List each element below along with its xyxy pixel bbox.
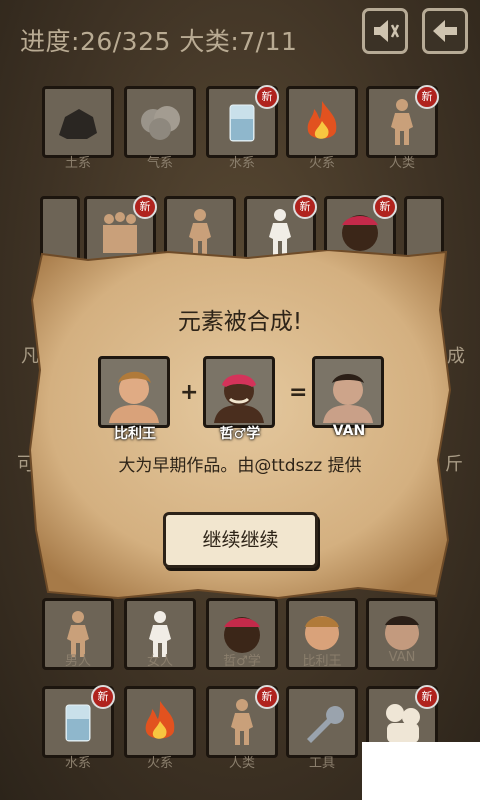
sound-toggle-button[interactable] (362, 8, 408, 54)
plus-sign: + (180, 380, 199, 405)
element-card-fire[interactable] (124, 686, 196, 758)
back-arrow-icon (433, 20, 457, 42)
continue-button[interactable]: 继续继续 (163, 512, 318, 568)
element-label: 水系 (228, 156, 255, 171)
new-badge: 新 (415, 685, 439, 709)
equals-sign: = (289, 380, 308, 405)
element-label: 哲♂学 (223, 654, 261, 669)
cloud-icon (141, 106, 180, 140)
element-label: 火系 (146, 756, 173, 771)
wrench-icon (307, 705, 345, 743)
element-card-human[interactable]: 新 (366, 85, 439, 158)
element-label: 人类 (388, 156, 415, 171)
top-bar: 进度:26/325 大类:7/11 (0, 0, 480, 76)
ingredient-label-1: 比利王 (114, 426, 156, 442)
new-badge: 新 (255, 685, 279, 709)
billy-face-icon (109, 371, 159, 423)
rock-icon (59, 109, 97, 139)
continue-button-label: 继续继续 (202, 529, 279, 551)
dialog-title: 元素被合成! (177, 309, 303, 335)
element-label: VAN (388, 650, 416, 665)
element-card-water[interactable]: 新 (42, 685, 115, 758)
element-label: 比利王 (302, 654, 342, 669)
element-label: 人类 (228, 756, 255, 771)
ingredient-card-2 (203, 356, 275, 428)
element-label: 工具 (308, 756, 335, 771)
back-button[interactable] (422, 8, 468, 54)
bandana-man-icon (214, 374, 264, 423)
element-card-tool[interactable] (286, 686, 358, 758)
element-card-human[interactable]: 新 (206, 685, 279, 758)
fire-icon (307, 101, 337, 139)
element-label: 土系 (64, 156, 91, 171)
ingredient-label-2: 哲♂学 (219, 426, 261, 442)
element-card-fire[interactable] (286, 86, 358, 158)
element-card-air[interactable] (124, 86, 196, 158)
ingredient-card-1 (98, 356, 170, 428)
element-label: 女人 (146, 654, 173, 669)
progress-label: 进度: (20, 27, 80, 56)
element-card-water[interactable]: 新 (206, 85, 279, 158)
result-card (312, 356, 384, 428)
corner-overlay (362, 742, 480, 800)
new-badge: 新 (133, 195, 157, 219)
fire-icon (145, 701, 175, 739)
speaker-muted-icon (374, 20, 400, 42)
progress-status: 进度:26/325 大类:7/11 (20, 22, 297, 58)
van-face-icon (323, 374, 373, 423)
result-label: VAN (332, 423, 366, 439)
new-badge: 新 (91, 685, 115, 709)
element-label: 火系 (308, 156, 335, 171)
element-card-earth[interactable] (42, 86, 114, 158)
element-label: 男人 (64, 654, 91, 669)
new-badge: 新 (373, 195, 397, 219)
new-badge: 新 (255, 85, 279, 109)
element-label: 气系 (146, 156, 173, 171)
element-label: 水系 (64, 756, 91, 771)
new-badge: 新 (415, 85, 439, 109)
element-description: 大为早期作品。由@ttdszz 提供 (118, 456, 362, 476)
progress-value: 26/325 (79, 27, 171, 56)
new-badge: 新 (293, 195, 317, 219)
category-label: 大类: (179, 27, 240, 56)
category-value: 7/11 (239, 27, 298, 56)
